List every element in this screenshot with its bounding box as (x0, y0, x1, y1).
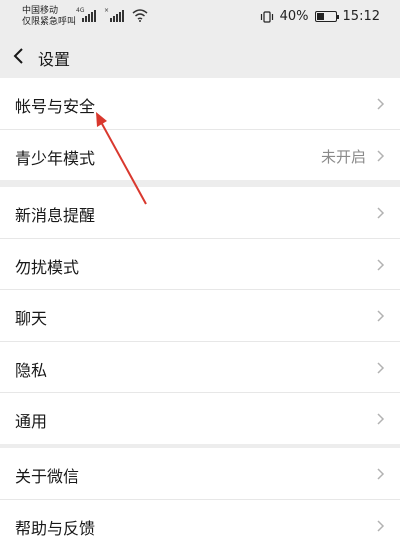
chevron-right-icon (375, 361, 385, 375)
clock: 15:12 (343, 9, 380, 24)
settings-item-chat[interactable]: 聊天 (0, 289, 400, 341)
item-label: 帮助与反馈 (15, 515, 95, 539)
chevron-right-icon (375, 519, 385, 533)
chevron-right-icon (375, 309, 385, 323)
carrier-info: 中国移动 仅限紧急呼叫 (22, 6, 76, 28)
item-label: 关于微信 (15, 463, 79, 487)
item-label: 帐号与安全 (15, 93, 95, 117)
nav-header: 设置 (0, 34, 400, 78)
item-label: 青少年模式 (15, 145, 95, 169)
settings-item-privacy[interactable]: 隐私 (0, 341, 400, 393)
item-label: 勿扰模式 (15, 254, 79, 278)
item-label: 新消息提醒 (15, 202, 95, 226)
settings-item-about-wechat[interactable]: 关于微信 (0, 448, 400, 499)
chevron-right-icon (375, 412, 385, 426)
chevron-right-icon (375, 97, 385, 111)
carrier-name: 中国移动 (22, 6, 76, 17)
settings-group-general: 新消息提醒 勿扰模式 聊天 隐私 通用 (0, 187, 400, 444)
no-service-label: × (104, 7, 109, 14)
item-label: 通用 (15, 408, 47, 432)
item-label: 聊天 (15, 305, 47, 329)
settings-item-do-not-disturb[interactable]: 勿扰模式 (0, 238, 400, 290)
settings-item-teen-mode[interactable]: 青少年模式 未开启 (0, 129, 400, 181)
settings-group-about: 关于微信 帮助与反馈 (0, 448, 400, 550)
settings-item-account-security[interactable]: 帐号与安全 (0, 78, 400, 129)
chevron-right-icon (375, 149, 385, 163)
status-bar: 中国移动 仅限紧急呼叫 4G × 40% 15:12 (0, 0, 400, 34)
carrier-status: 仅限紧急呼叫 (22, 17, 76, 28)
settings-item-general[interactable]: 通用 (0, 392, 400, 444)
item-value: 未开启 (321, 146, 366, 167)
cellular-signal-icon-2: × (104, 8, 126, 22)
wifi-icon (132, 8, 148, 22)
settings-group-account: 帐号与安全 青少年模式 未开启 (0, 78, 400, 180)
chevron-right-icon (375, 206, 385, 220)
battery-percent: 40% (280, 9, 309, 24)
vibrate-icon (260, 11, 274, 23)
settings-item-new-message-notify[interactable]: 新消息提醒 (0, 187, 400, 238)
signal-indicators: 4G × (76, 8, 148, 22)
back-arrow-icon[interactable] (12, 46, 26, 66)
page-title: 设置 (38, 46, 70, 70)
battery-icon (315, 11, 337, 22)
chevron-right-icon (375, 258, 385, 272)
chevron-right-icon (375, 467, 385, 481)
settings-item-help-feedback[interactable]: 帮助与反馈 (0, 499, 400, 550)
cellular-signal-icon: 4G (76, 8, 98, 22)
status-right: 40% 15:12 (260, 9, 380, 24)
item-label: 隐私 (15, 357, 47, 381)
